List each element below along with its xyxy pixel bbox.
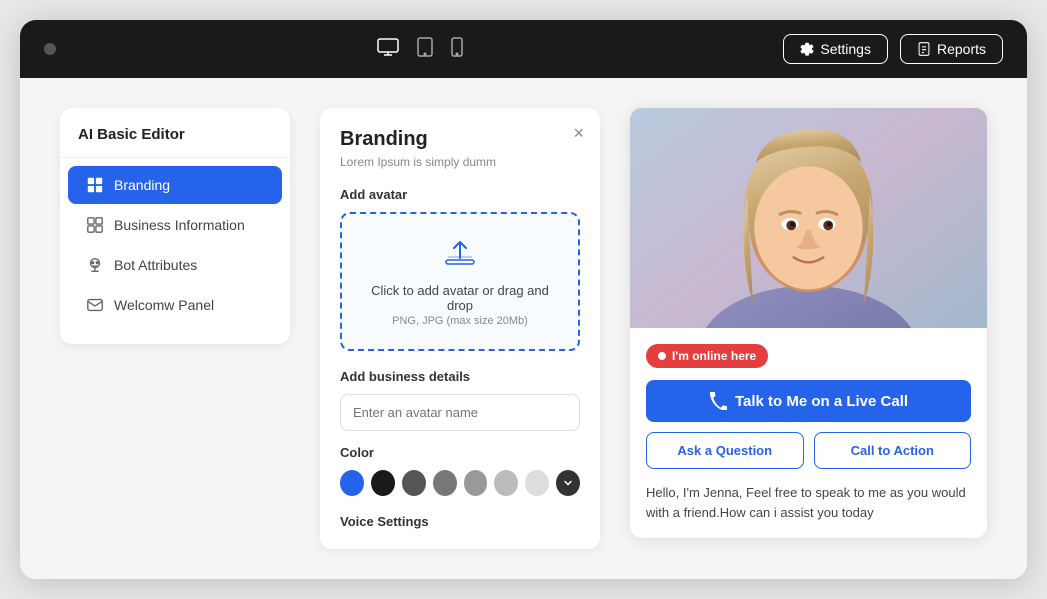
color-dropdown-button[interactable] (556, 470, 580, 496)
mobile-icon[interactable] (451, 37, 463, 62)
desktop-icon[interactable] (377, 38, 399, 61)
main-content: AI Basic Editor Branding (20, 78, 1027, 579)
avatar-upload-area[interactable]: Click to add avatar or drag and drop PNG… (340, 212, 580, 351)
online-badge-text: I'm online here (672, 349, 756, 363)
chevron-down-icon (563, 478, 573, 488)
sidebar-item-bot-label: Bot Attributes (114, 257, 197, 273)
color-swatch-lighter-gray[interactable] (525, 470, 549, 496)
voice-settings-label: Voice Settings (340, 514, 580, 529)
upload-icon (358, 236, 562, 275)
color-swatch-blue[interactable] (340, 470, 364, 496)
branding-subtitle: Lorem Ipsum is simply dumm (340, 155, 580, 169)
branding-title: Branding (340, 128, 580, 151)
branding-icon (86, 176, 104, 194)
call-to-action-button[interactable]: Call to Action (814, 432, 972, 469)
phone-icon (709, 392, 727, 410)
sidebar-item-business-info[interactable]: Business Information (68, 206, 282, 244)
browser-dot-1 (44, 43, 56, 55)
settings-label: Settings (820, 41, 871, 57)
ask-question-button[interactable]: Ask a Question (646, 432, 804, 469)
browser-window: Settings Reports AI Basic Editor (20, 20, 1027, 579)
upload-hint: PNG, JPG (max size 20Mb) (358, 315, 562, 327)
reports-button[interactable]: Reports (900, 34, 1003, 64)
chat-body: I'm online here Talk to Me on a Live Cal… (630, 328, 987, 538)
browser-topbar: Settings Reports (20, 20, 1027, 78)
avatar-name-input[interactable] (340, 394, 580, 431)
business-icon (86, 216, 104, 234)
ask-question-label: Ask a Question (677, 443, 772, 458)
sidebar-item-welcome-label: Welcomw Panel (114, 297, 214, 313)
chat-message: Hello, I'm Jenna, Feel free to speak to … (646, 483, 971, 522)
upload-text: Click to add avatar or drag and drop (358, 283, 562, 313)
reports-label: Reports (937, 41, 986, 57)
chat-preview-panel: I'm online here Talk to Me on a Live Cal… (630, 108, 987, 538)
color-label: Color (340, 445, 580, 460)
panel-title: AI Basic Editor (60, 126, 290, 158)
sidebar-item-welcome-panel[interactable]: Welcomw Panel (68, 286, 282, 324)
color-swatch-light-gray[interactable] (494, 470, 518, 496)
chat-photo (630, 108, 987, 328)
left-panel: AI Basic Editor Branding (60, 108, 290, 344)
online-badge: I'm online here (646, 344, 768, 368)
color-swatch-black[interactable] (371, 470, 395, 496)
online-dot (658, 352, 666, 360)
add-business-label: Add business details (340, 369, 580, 384)
topbar-right: Settings Reports (783, 34, 1003, 64)
add-avatar-label: Add avatar (340, 187, 580, 202)
bot-icon (86, 256, 104, 274)
device-icons (377, 37, 463, 62)
sidebar-item-bot-attributes[interactable]: Bot Attributes (68, 246, 282, 284)
live-call-label: Talk to Me on a Live Call (735, 393, 908, 410)
settings-button[interactable]: Settings (783, 34, 888, 64)
action-row: Ask a Question Call to Action (646, 432, 971, 469)
reports-icon (917, 42, 931, 56)
live-call-button[interactable]: Talk to Me on a Live Call (646, 380, 971, 422)
browser-controls (44, 43, 56, 55)
color-swatch-gray[interactable] (464, 470, 488, 496)
sidebar-item-business-label: Business Information (114, 217, 245, 233)
color-swatches (340, 470, 580, 496)
tablet-icon[interactable] (417, 37, 433, 62)
settings-icon (800, 42, 814, 56)
sidebar-item-branding-label: Branding (114, 177, 170, 193)
color-swatch-dark-gray[interactable] (402, 470, 426, 496)
call-to-action-label: Call to Action (851, 443, 934, 458)
welcome-icon (86, 296, 104, 314)
sidebar-item-branding[interactable]: Branding (68, 166, 282, 204)
center-panel: × Branding Lorem Ipsum is simply dumm Ad… (320, 108, 600, 549)
person-image (630, 108, 987, 328)
close-button[interactable]: × (573, 124, 584, 142)
color-swatch-medium-gray[interactable] (433, 470, 457, 496)
